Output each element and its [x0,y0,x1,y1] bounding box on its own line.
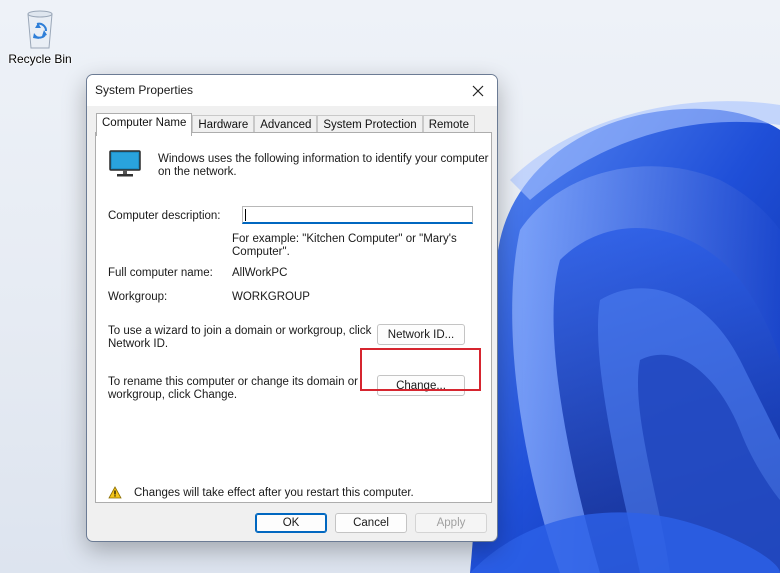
text-cursor [245,209,246,221]
change-button-highlight [360,348,481,391]
dialog-title: System Properties [95,83,194,97]
close-icon [472,85,484,97]
title-bar[interactable]: System Properties [87,75,497,106]
warning-icon [108,486,122,504]
workgroup-label: Workgroup: [108,291,168,303]
tab-computer-name[interactable]: Computer Name [96,113,193,136]
rename-text-line1: To rename this computer or change its do… [108,376,358,388]
recycle-bin-shortcut[interactable]: Recycle Bin [6,6,74,66]
recycle-bin-label: Recycle Bin [8,52,72,66]
cancel-button[interactable]: Cancel [335,513,407,533]
intro-text-line1: Windows uses the following information t… [158,153,489,165]
warning-text: Changes will take effect after you resta… [134,487,414,499]
network-id-button[interactable]: Network ID... [377,324,465,345]
computer-name-panel: Windows uses the following information t… [95,132,492,503]
network-id-text-line1: To use a wizard to join a domain or work… [108,325,372,337]
ok-button[interactable]: OK [255,513,327,533]
computer-description-input[interactable] [242,206,473,224]
example-text-line2: Computer". [232,246,290,258]
full-computer-name-label: Full computer name: [108,267,213,279]
example-text-line1: For example: "Kitchen Computer" or "Mary… [232,233,457,245]
intro-text-line2: on the network. [158,166,237,178]
tab-strip: Computer Name Hardware Advanced System P… [96,113,475,136]
workgroup-value: WORKGROUP [232,291,310,303]
close-button[interactable] [465,79,491,103]
rename-text-line2: workgroup, click Change. [108,389,238,401]
recycle-bin-icon [20,6,60,50]
apply-button: Apply [415,513,487,533]
full-computer-name-value: AllWorkPC [232,267,288,279]
computer-monitor-icon [108,149,142,184]
network-id-text-line2: Network ID. [108,338,169,350]
system-properties-dialog: System Properties Computer Name Hardware… [86,74,498,542]
computer-description-label: Computer description: [108,210,221,222]
